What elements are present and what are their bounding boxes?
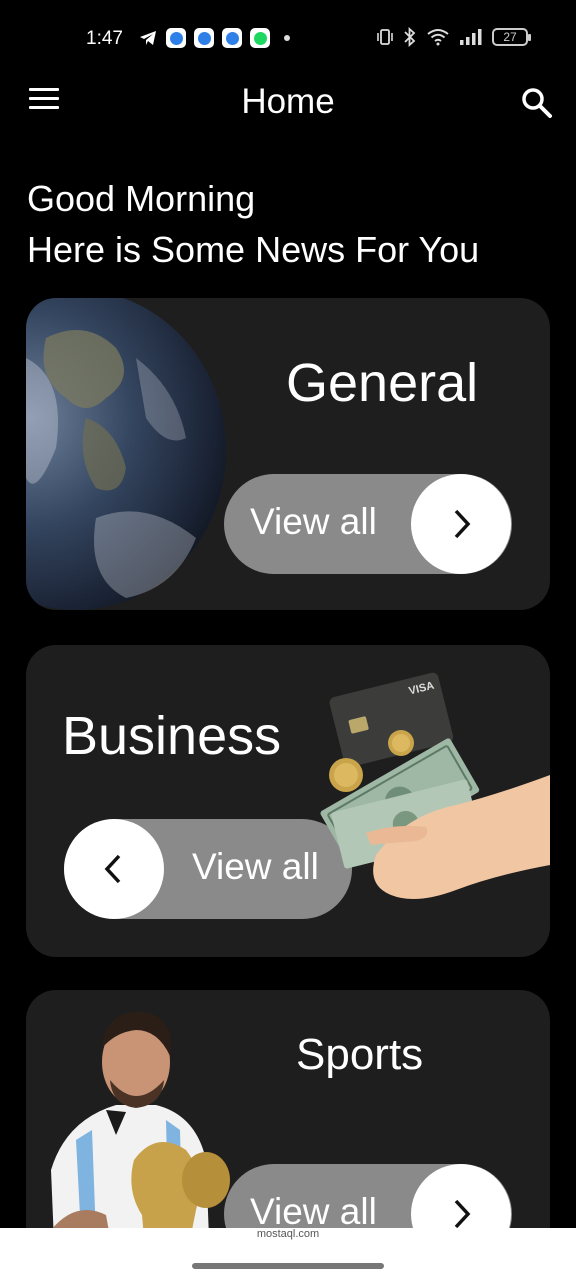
money-hand-image: VISA — [320, 672, 550, 899]
watermark: mostaql.com — [256, 1228, 320, 1240]
bluetooth-icon — [404, 27, 416, 47]
gesture-navigation-bar[interactable] — [192, 1263, 384, 1269]
more-notifications-dot — [284, 35, 290, 41]
app-notification-icon — [222, 28, 242, 48]
status-time: 1:47 — [86, 28, 123, 49]
view-all-label: View all — [250, 501, 377, 542]
system-icons: 27 — [376, 27, 531, 47]
greeting-title: Good Morning — [27, 178, 256, 219]
page-title: Home — [241, 82, 335, 121]
app-notification-icon — [166, 28, 186, 48]
view-all-general-button[interactable]: View all — [224, 474, 512, 574]
category-card-business[interactable]: Business View all VISA — [26, 645, 550, 957]
search-icon[interactable] — [520, 86, 554, 120]
wifi-icon — [427, 29, 449, 46]
card-title-general: General — [286, 353, 479, 413]
chevron-right-icon — [454, 509, 471, 539]
status-bar: 1:47 27 — [0, 0, 576, 78]
earth-globe-image — [26, 298, 226, 610]
category-card-general[interactable]: General View all — [26, 298, 550, 610]
chevron-right-icon — [454, 1199, 471, 1229]
notification-icons — [138, 28, 290, 48]
app-notification-icon — [194, 28, 214, 48]
vibrate-icon — [377, 29, 393, 45]
view-all-label: View all — [250, 1191, 377, 1232]
greeting-subtitle: Here is Some News For You — [27, 229, 480, 270]
telegram-icon — [140, 31, 156, 45]
chevron-left-icon — [104, 854, 121, 884]
card-title-sports: Sports — [296, 1030, 424, 1079]
next-button[interactable] — [411, 474, 511, 574]
previous-button[interactable] — [64, 819, 164, 919]
signal-icon — [460, 29, 482, 45]
battery-icon: 27 — [492, 28, 531, 46]
spotify-icon — [250, 28, 270, 48]
app-bar: Home — [0, 78, 576, 126]
card-title-business: Business — [62, 706, 282, 766]
